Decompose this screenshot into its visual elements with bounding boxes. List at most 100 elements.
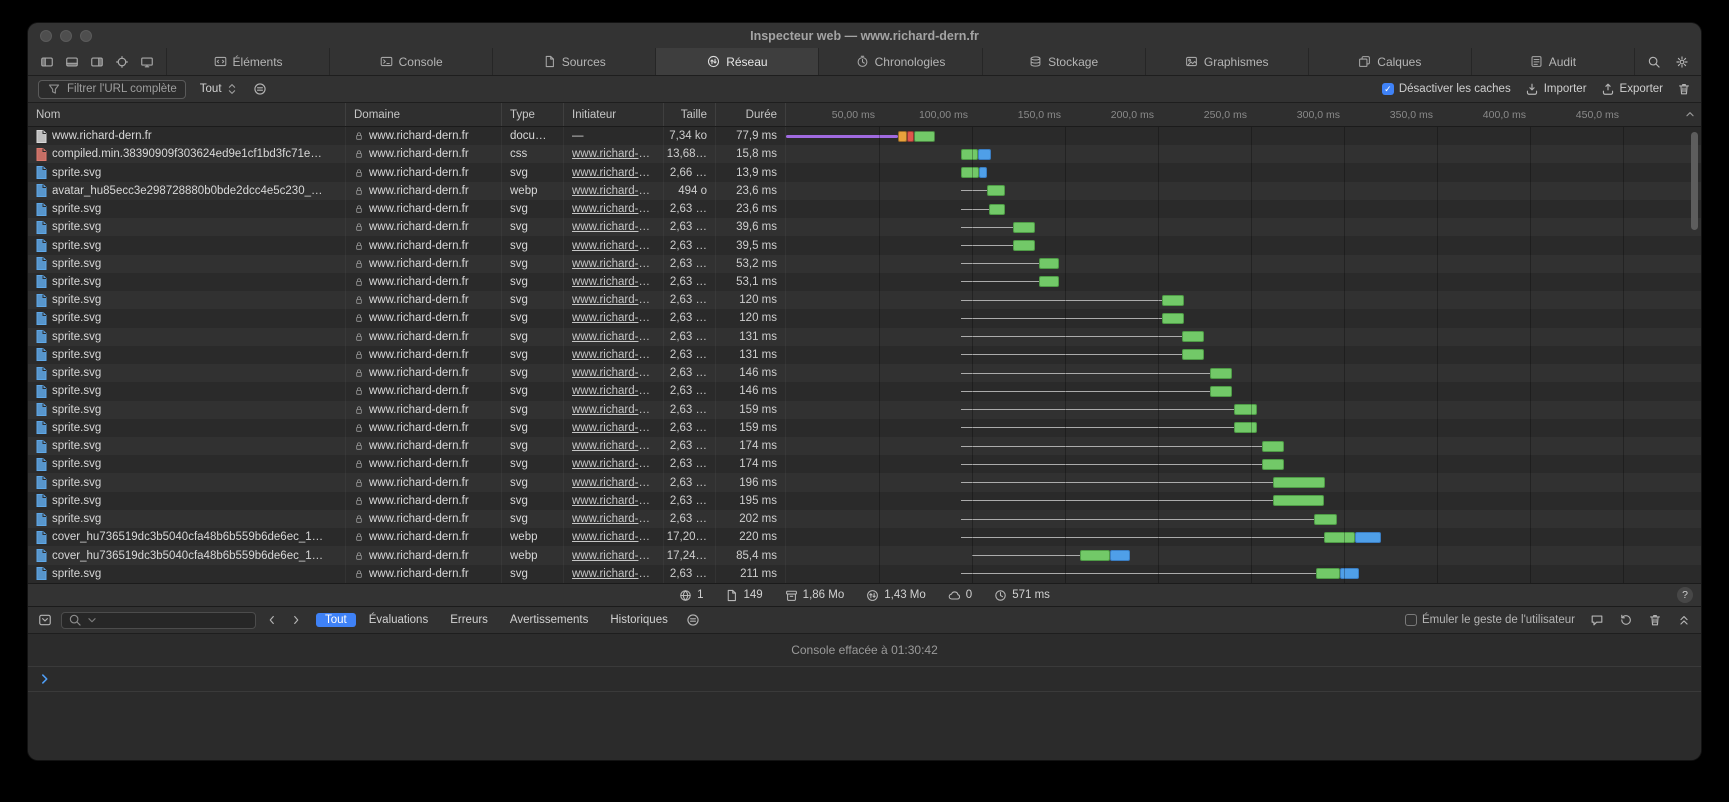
expand-console-icon[interactable]	[1677, 613, 1691, 627]
initiator-link[interactable]: www.richard-d…	[572, 422, 655, 434]
initiator-link[interactable]: www.richard-d…	[572, 367, 655, 379]
table-row[interactable]: sprite.svgwww.richard-dern.frsvgwww.rich…	[28, 565, 1701, 583]
console-search-input[interactable]	[61, 612, 256, 629]
initiator-link[interactable]: www.richard-d…	[572, 221, 655, 233]
history-icon[interactable]	[1619, 613, 1633, 627]
table-row[interactable]: sprite.svgwww.richard-dern.frsvgwww.rich…	[28, 364, 1701, 382]
console-scope-tout[interactable]: Tout	[316, 613, 356, 627]
tab-storage[interactable]: Stockage	[982, 48, 1145, 75]
tab-sources[interactable]: Sources	[492, 48, 655, 75]
initiator-link[interactable]: www.richard-d…	[572, 550, 655, 562]
initiator-link[interactable]: www.richard-d…	[572, 203, 655, 215]
console-scope-évaluations[interactable]: Évaluations	[360, 613, 437, 627]
console-scope-erreurs[interactable]: Erreurs	[441, 613, 497, 627]
table-row[interactable]: cover_hu736519dc3b5040cfa48b6b559b6de6ec…	[28, 546, 1701, 564]
column-header-initiator[interactable]: Initiateur	[564, 103, 664, 126]
table-row[interactable]: sprite.svgwww.richard-dern.frsvgwww.rich…	[28, 163, 1701, 181]
previous-result-button[interactable]	[265, 613, 279, 627]
dock-bottom-button[interactable]	[65, 55, 79, 69]
table-row[interactable]: sprite.svgwww.richard-dern.frsvgwww.rich…	[28, 309, 1701, 327]
clear-console-icon[interactable]	[1648, 613, 1662, 627]
console-scope-historiques[interactable]: Historiques	[601, 613, 677, 627]
table-row[interactable]: avatar_hu85ecc3e298728880b0bde2dcc4e5c23…	[28, 182, 1701, 200]
initiator-link[interactable]: www.richard-d…	[572, 440, 655, 452]
column-header-type[interactable]: Type	[502, 103, 564, 126]
initiator-link[interactable]: www.richard-d…	[572, 568, 655, 580]
vertical-scrollbar[interactable]	[1691, 132, 1698, 230]
url-filter-input[interactable]: Filtrer l'URL complète	[38, 80, 186, 99]
element-picker-button[interactable]	[115, 55, 129, 69]
column-header-duration[interactable]: Durée	[716, 103, 786, 126]
console-prompt[interactable]	[28, 667, 1701, 692]
emulate-user-gesture-checkbox[interactable]: Émuler le geste de l'utilisateur	[1405, 614, 1575, 626]
table-row[interactable]: sprite.svgwww.richard-dern.frsvgwww.rich…	[28, 273, 1701, 291]
initiator-link[interactable]: www.richard-d…	[572, 294, 655, 306]
initiator-link[interactable]: www.richard-d…	[572, 148, 655, 160]
table-row[interactable]: www.richard-dern.frwww.richard-dern.frdo…	[28, 127, 1701, 145]
filter-options-icon[interactable]	[253, 82, 267, 96]
tab-layers[interactable]: Calques	[1308, 48, 1471, 75]
table-row[interactable]: sprite.svgwww.richard-dern.frsvgwww.rich…	[28, 492, 1701, 510]
device-settings-button[interactable]	[140, 55, 154, 69]
console-drawer-icon[interactable]	[1590, 613, 1604, 627]
table-row[interactable]: sprite.svgwww.richard-dern.frsvgwww.rich…	[28, 473, 1701, 491]
import-button[interactable]: Importer	[1525, 82, 1587, 96]
initiator-link[interactable]: www.richard-d…	[572, 349, 655, 361]
table-row[interactable]: sprite.svgwww.richard-dern.frsvgwww.rich…	[28, 401, 1701, 419]
resource-type-select[interactable]: Tout	[196, 82, 243, 96]
zoom-window-button[interactable]	[80, 30, 92, 42]
table-row[interactable]: sprite.svgwww.richard-dern.frsvgwww.rich…	[28, 291, 1701, 309]
initiator-link[interactable]: www.richard-d…	[572, 258, 655, 270]
initiator-link[interactable]: www.richard-d…	[572, 185, 655, 197]
column-header-size[interactable]: Taille	[664, 103, 716, 126]
console-scope-avertissements[interactable]: Avertissements	[501, 613, 597, 627]
dock-right-button[interactable]	[90, 55, 104, 69]
search-icon[interactable]	[1647, 55, 1661, 69]
table-row[interactable]: sprite.svgwww.richard-dern.frsvgwww.rich…	[28, 419, 1701, 437]
initiator-link[interactable]: www.richard-d…	[572, 531, 655, 543]
table-row[interactable]: sprite.svgwww.richard-dern.frsvgwww.rich…	[28, 510, 1701, 528]
table-row[interactable]: sprite.svgwww.richard-dern.frsvgwww.rich…	[28, 236, 1701, 254]
table-row[interactable]: sprite.svgwww.richard-dern.frsvgwww.rich…	[28, 437, 1701, 455]
export-button[interactable]: Exporter	[1601, 82, 1663, 96]
close-window-button[interactable]	[40, 30, 52, 42]
next-result-button[interactable]	[289, 613, 303, 627]
help-button[interactable]: ?	[1677, 587, 1693, 603]
table-row[interactable]: sprite.svgwww.richard-dern.frsvgwww.rich…	[28, 328, 1701, 346]
table-row[interactable]: sprite.svgwww.richard-dern.frsvgwww.rich…	[28, 200, 1701, 218]
tab-graphics[interactable]: Graphismes	[1145, 48, 1308, 75]
scroll-top-icon[interactable]	[1683, 107, 1697, 121]
initiator-link[interactable]: www.richard-d…	[572, 167, 655, 179]
table-row[interactable]: sprite.svgwww.richard-dern.frsvgwww.rich…	[28, 218, 1701, 236]
initiator-link[interactable]: www.richard-d…	[572, 513, 655, 525]
tab-elements[interactable]: Éléments	[166, 48, 329, 75]
tab-network[interactable]: Réseau	[655, 48, 818, 75]
column-header-domain[interactable]: Domaine	[346, 103, 502, 126]
initiator-link[interactable]: www.richard-d…	[572, 240, 655, 252]
gear-icon[interactable]	[1675, 55, 1689, 69]
table-row[interactable]: compiled.min.38390909f303624ed9e1cf1bd3f…	[28, 145, 1701, 163]
clear-network-items-icon[interactable]	[1677, 82, 1691, 96]
table-row[interactable]: sprite.svgwww.richard-dern.frsvgwww.rich…	[28, 346, 1701, 364]
tab-timelines[interactable]: Chronologies	[818, 48, 981, 75]
disable-caches-checkbox[interactable]: ✓ Désactiver les caches	[1382, 83, 1511, 95]
column-header-name[interactable]: Nom	[28, 103, 346, 126]
console-options-icon[interactable]	[686, 613, 700, 627]
table-row[interactable]: sprite.svgwww.richard-dern.frsvgwww.rich…	[28, 455, 1701, 473]
initiator-link[interactable]: www.richard-d…	[572, 458, 655, 470]
table-row[interactable]: sprite.svgwww.richard-dern.frsvgwww.rich…	[28, 255, 1701, 273]
console-filter-icon[interactable]	[38, 613, 52, 627]
console-empty-area[interactable]	[28, 692, 1701, 760]
initiator-link[interactable]: www.richard-d…	[572, 312, 655, 324]
initiator-link[interactable]: www.richard-d…	[572, 477, 655, 489]
initiator-link[interactable]: www.richard-d…	[572, 495, 655, 507]
initiator-link[interactable]: www.richard-d…	[572, 385, 655, 397]
tab-audit[interactable]: Audit	[1471, 48, 1634, 75]
initiator-link[interactable]: www.richard-d…	[572, 276, 655, 288]
tab-console[interactable]: Console	[329, 48, 492, 75]
table-row[interactable]: cover_hu736519dc3b5040cfa48b6b559b6de6ec…	[28, 528, 1701, 546]
minimize-window-button[interactable]	[60, 30, 72, 42]
table-row[interactable]: sprite.svgwww.richard-dern.frsvgwww.rich…	[28, 382, 1701, 400]
dock-left-button[interactable]	[40, 55, 54, 69]
initiator-link[interactable]: www.richard-d…	[572, 331, 655, 343]
